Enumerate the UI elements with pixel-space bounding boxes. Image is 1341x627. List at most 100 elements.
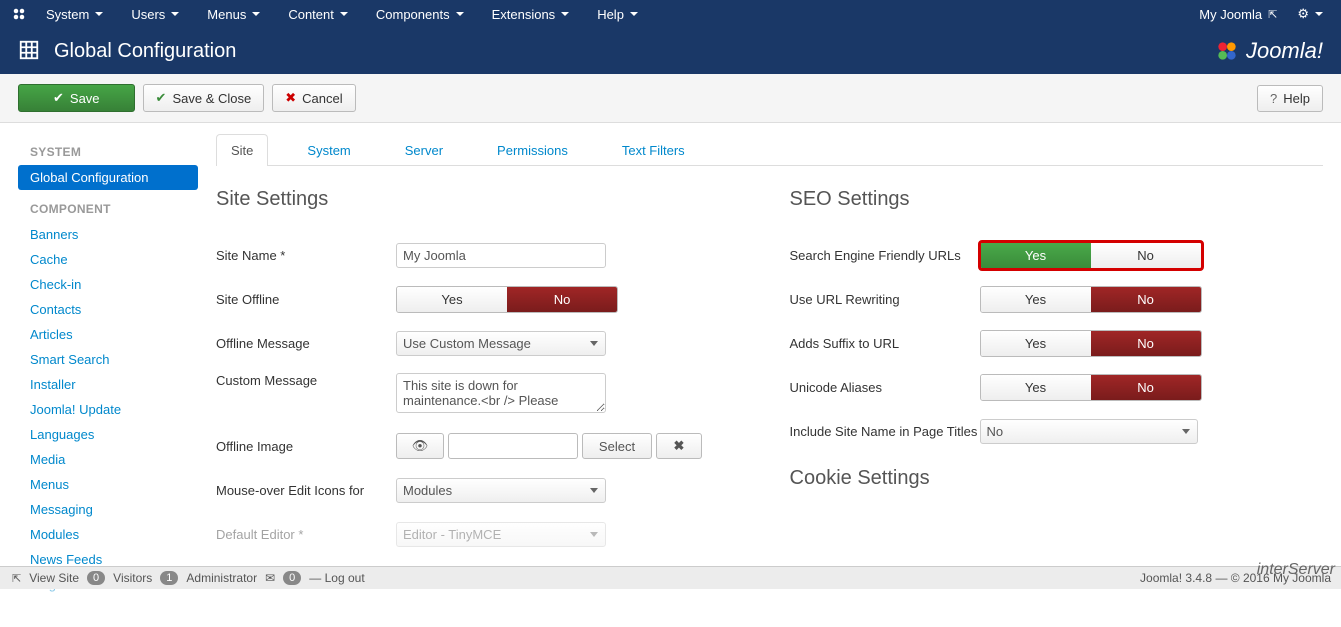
- sidebar-item-menus[interactable]: Menus: [18, 472, 198, 497]
- sitename-titles-label: Include Site Name in Page Titles: [790, 424, 980, 439]
- site-offline-no[interactable]: No: [507, 287, 617, 312]
- site-offline-yes[interactable]: Yes: [397, 287, 507, 312]
- mouseover-label: Mouse-over Edit Icons for: [216, 483, 396, 498]
- sidebar-item-articles[interactable]: Articles: [18, 322, 198, 347]
- sidebar-item-languages[interactable]: Languages: [18, 422, 198, 447]
- mouseover-select[interactable]: Modules: [396, 478, 606, 503]
- site-settings-col: Site Settings Site Name * Site Offline Y…: [216, 188, 750, 564]
- seo-settings-col: SEO Settings Search Engine Friendly URLs…: [790, 188, 1324, 564]
- offline-image-clear[interactable]: ✖: [656, 433, 702, 459]
- gear-icon: ⚙: [1297, 6, 1309, 22]
- sidebar-item-banners[interactable]: Banners: [18, 222, 198, 247]
- site-name-input[interactable]: [396, 243, 606, 268]
- unicode-label: Unicode Aliases: [790, 380, 980, 395]
- menu-extensions[interactable]: Extensions: [492, 7, 570, 22]
- offline-image-input[interactable]: [448, 433, 578, 459]
- custom-message-textarea[interactable]: This site is down for maintenance.<br />…: [396, 373, 606, 413]
- status-admin-count: 1: [160, 571, 178, 585]
- unicode-yes[interactable]: Yes: [981, 375, 1091, 400]
- sitename-titles-select[interactable]: No: [980, 419, 1198, 444]
- close-icon: ✖: [674, 438, 685, 454]
- suffix-label: Adds Suffix to URL: [790, 336, 980, 351]
- sidebar-item-installer[interactable]: Installer: [18, 372, 198, 397]
- menu-system[interactable]: System: [46, 7, 103, 22]
- sef-yes[interactable]: Yes: [981, 243, 1091, 268]
- suffix-yes[interactable]: Yes: [981, 331, 1091, 356]
- suffix-toggle: Yes No: [980, 330, 1202, 357]
- content: Site System Server Permissions Text Filt…: [216, 133, 1323, 597]
- offline-message-select[interactable]: Use Custom Message: [396, 331, 606, 356]
- brand-text: Joomla!: [1246, 38, 1323, 64]
- joomla-logo: Joomla!: [1214, 38, 1323, 64]
- help-button[interactable]: ?Help: [1257, 85, 1323, 112]
- caret-icon: [630, 12, 638, 16]
- status-admin-label: Administrator: [186, 571, 257, 585]
- main-area: SYSTEM Global Configuration COMPONENT Ba…: [0, 123, 1341, 597]
- site-link[interactable]: My Joomla⇱: [1199, 7, 1277, 22]
- menu-components[interactable]: Components: [376, 7, 464, 22]
- sidebar-heading-system: SYSTEM: [30, 145, 198, 159]
- site-offline-toggle: Yes No: [396, 286, 618, 313]
- external-link-icon: ⇱: [1268, 8, 1277, 21]
- offline-image-preview[interactable]: 👁: [396, 433, 444, 459]
- page-header: Global Configuration Joomla!: [0, 28, 1341, 74]
- default-editor-label: Default Editor *: [216, 527, 396, 542]
- status-view-site[interactable]: View Site: [29, 571, 79, 585]
- site-settings-heading: Site Settings: [216, 188, 750, 211]
- suffix-no[interactable]: No: [1091, 331, 1201, 356]
- sidebar-item-contacts[interactable]: Contacts: [18, 297, 198, 322]
- cancel-icon: ✖: [285, 90, 296, 106]
- sidebar-heading-component: COMPONENT: [30, 202, 198, 216]
- external-link-icon: ⇱: [12, 572, 21, 585]
- tab-server[interactable]: Server: [390, 134, 458, 166]
- sidebar-item-cache[interactable]: Cache: [18, 247, 198, 272]
- sidebar-item-check-in[interactable]: Check-in: [18, 272, 198, 297]
- cancel-button[interactable]: ✖Cancel: [272, 84, 355, 112]
- save-button[interactable]: ✔Save: [18, 84, 135, 112]
- status-version: Joomla! 3.4.8 — © 2016 My Joomla: [1140, 571, 1331, 585]
- status-logout[interactable]: — Log out: [309, 571, 364, 585]
- default-editor-select[interactable]: Editor - TinyMCE: [396, 522, 606, 547]
- tabs: Site System Server Permissions Text Filt…: [216, 133, 1323, 166]
- status-visitors-label: Visitors: [113, 571, 152, 585]
- tab-system[interactable]: System: [292, 134, 365, 166]
- tab-permissions[interactable]: Permissions: [482, 134, 583, 166]
- status-bar: ⇱ View Site 0 Visitors 1 Administrator ✉…: [0, 566, 1341, 589]
- site-offline-label: Site Offline: [216, 292, 396, 307]
- top-nav: System Users Menus Content Components Ex…: [0, 0, 1341, 28]
- unicode-no[interactable]: No: [1091, 375, 1201, 400]
- unicode-toggle: Yes No: [980, 374, 1202, 401]
- menu-content[interactable]: Content: [288, 7, 348, 22]
- rewrite-toggle: Yes No: [980, 286, 1202, 313]
- site-name-label: Site Name *: [216, 248, 396, 263]
- sidebar-item-global-configuration[interactable]: Global Configuration: [18, 165, 198, 190]
- tab-text-filters[interactable]: Text Filters: [607, 134, 700, 166]
- sidebar-item-modules[interactable]: Modules: [18, 522, 198, 547]
- settings-gear[interactable]: ⚙: [1297, 6, 1323, 22]
- menu-help[interactable]: Help: [597, 7, 638, 22]
- sidebar-item-media[interactable]: Media: [18, 447, 198, 472]
- sidebar-item-messaging[interactable]: Messaging: [18, 497, 198, 522]
- sef-no[interactable]: No: [1091, 243, 1201, 268]
- save-close-button[interactable]: ✔Save & Close: [143, 84, 265, 112]
- sidebar-item-joomla-update[interactable]: Joomla! Update: [18, 397, 198, 422]
- custom-message-label: Custom Message: [216, 373, 396, 388]
- menu-menus[interactable]: Menus: [207, 7, 260, 22]
- sef-label: Search Engine Friendly URLs: [790, 248, 980, 263]
- rewrite-no[interactable]: No: [1091, 287, 1201, 312]
- tab-site[interactable]: Site: [216, 134, 268, 166]
- rewrite-yes[interactable]: Yes: [981, 287, 1091, 312]
- toolbar: ✔Save ✔Save & Close ✖Cancel ?Help: [0, 74, 1341, 123]
- rewrite-label: Use URL Rewriting: [790, 292, 980, 307]
- offline-image-label: Offline Image: [216, 439, 396, 454]
- offline-image-select[interactable]: Select: [582, 433, 652, 459]
- page-title: Global Configuration: [54, 40, 1214, 63]
- offline-message-label: Offline Message: [216, 336, 396, 351]
- top-nav-menus: System Users Menus Content Components Ex…: [46, 7, 638, 22]
- check-icon: ✔: [156, 90, 167, 106]
- menu-users[interactable]: Users: [131, 7, 179, 22]
- status-msg-count: 0: [283, 571, 301, 585]
- sidebar-item-smart-search[interactable]: Smart Search: [18, 347, 198, 372]
- caret-icon: [95, 12, 103, 16]
- config-icon: [18, 39, 40, 64]
